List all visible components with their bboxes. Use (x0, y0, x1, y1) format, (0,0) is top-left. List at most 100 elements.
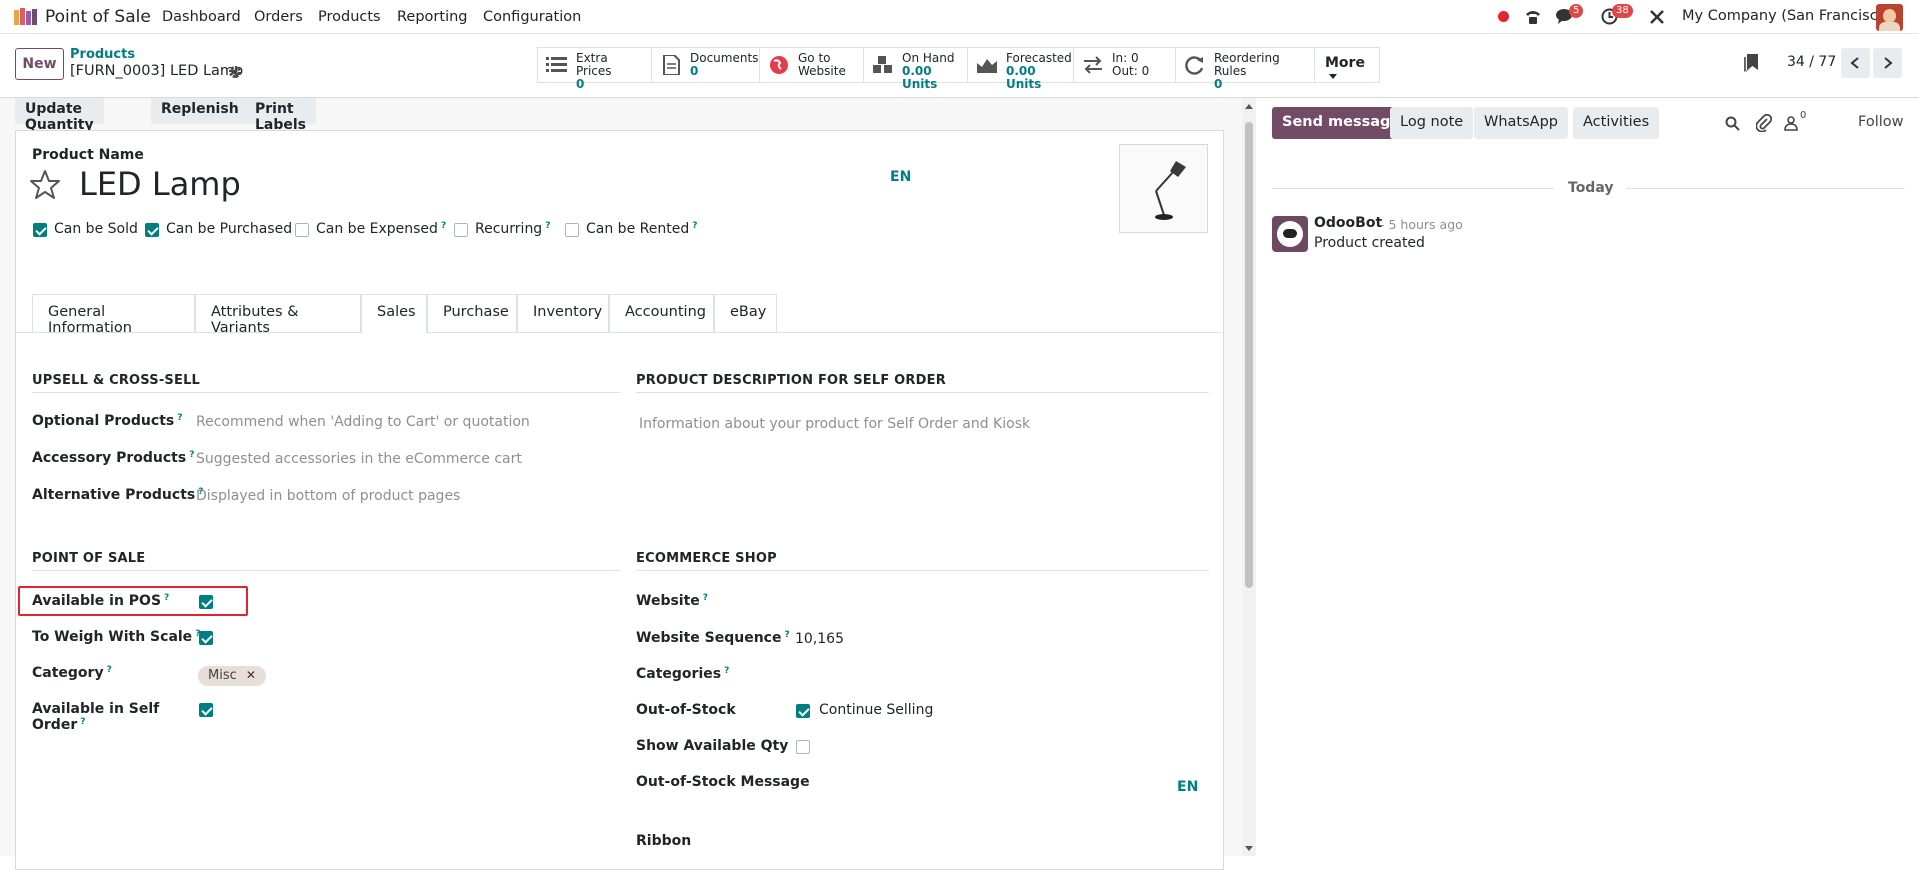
self-order-available-checkbox[interactable] (199, 703, 213, 717)
replenish-button[interactable]: Replenish (151, 98, 249, 124)
scroll-down-icon[interactable] (1245, 846, 1253, 851)
recording-dot-icon[interactable] (1498, 11, 1509, 22)
company-switcher[interactable]: My Company (San Francisco) (1682, 8, 1892, 24)
user-avatar[interactable] (1876, 4, 1903, 31)
menu-orders[interactable]: Orders (254, 9, 303, 25)
continue-selling-checkbox[interactable] (796, 704, 810, 718)
help-icon[interactable]: ? (441, 221, 446, 231)
tab-attributes-variants[interactable]: Attributes & Variants (195, 294, 361, 336)
pager-previous-button[interactable] (1841, 48, 1870, 78)
can-be-sold-checkbox[interactable] (33, 223, 47, 237)
available-in-pos-checkbox[interactable] (199, 595, 213, 609)
favorite-star-icon[interactable] (29, 169, 61, 200)
show-available-qty-checkbox[interactable] (796, 740, 810, 754)
message-author[interactable]: OdooBot (1314, 215, 1382, 231)
help-icon[interactable]: ? (724, 666, 729, 676)
language-button[interactable]: EN (890, 169, 911, 185)
alternative-products-input[interactable]: Displayed in bottom of product pages (196, 488, 460, 504)
can-be-expensed-checkbox[interactable] (295, 223, 309, 237)
extra-prices-button[interactable]: Extra Prices 0 (538, 48, 652, 91)
list-icon (546, 57, 567, 72)
forecasted-button[interactable]: Forecasted 0.00 Units (968, 48, 1074, 91)
log-note-button[interactable]: Log note (1390, 107, 1474, 139)
help-icon[interactable]: ? (692, 221, 697, 231)
can-be-rented-checkbox[interactable] (565, 223, 579, 237)
app-name[interactable]: Point of Sale (45, 7, 151, 27)
phone-icon[interactable] (1524, 8, 1542, 26)
accessory-products-input[interactable]: Suggested accessories in the eCommerce c… (196, 451, 522, 467)
extra-prices-count: 0 (576, 77, 585, 91)
oos-message-language-button[interactable]: EN (1177, 779, 1198, 795)
breadcrumb-products[interactable]: Products (70, 47, 135, 62)
chevron-left-icon (1850, 57, 1859, 69)
tabs-baseline (16, 332, 1225, 333)
to-weigh-checkbox[interactable] (199, 631, 213, 645)
follow-button[interactable]: Follow (1858, 114, 1903, 130)
chevron-right-icon (1884, 57, 1893, 69)
bookmark-icon[interactable] (1744, 54, 1759, 72)
menu-reporting[interactable]: Reporting (397, 9, 468, 25)
help-icon[interactable]: ? (177, 413, 182, 423)
menu-configuration[interactable]: Configuration (483, 9, 581, 25)
help-icon[interactable]: ? (703, 593, 708, 603)
tab-accounting[interactable]: Accounting (609, 294, 714, 332)
category-tag[interactable]: Misc ✕ (198, 666, 266, 686)
tab-inventory[interactable]: Inventory (517, 294, 609, 332)
recurring-checkbox[interactable] (454, 223, 468, 237)
caret-down-icon (1329, 73, 1337, 79)
paperclip-icon[interactable] (1756, 114, 1772, 132)
website-sequence-input[interactable]: 10,165 (795, 631, 844, 647)
activities-button[interactable]: Activities (1573, 107, 1660, 139)
followers-icon[interactable] (1784, 116, 1798, 131)
debug-tools-icon[interactable] (1649, 9, 1665, 25)
chat-badge: 5 (1569, 4, 1584, 18)
pager-value[interactable]: 34 / 77 (1787, 54, 1836, 70)
odoobot-avatar[interactable] (1272, 216, 1308, 252)
optional-products-input[interactable]: Recommend when 'Adding to Cart' or quota… (196, 414, 530, 430)
form-view: Update Quantity Replenish Print Labels P… (0, 98, 1244, 870)
product-name-input[interactable]: LED Lamp (79, 165, 241, 203)
ribbon-label: Ribbon (636, 833, 692, 849)
can-be-purchased-checkbox[interactable] (145, 223, 159, 237)
self-order-section-title: PRODUCT DESCRIPTION FOR SELF ORDER (636, 373, 946, 388)
whatsapp-button[interactable]: WhatsApp (1474, 107, 1568, 139)
help-icon[interactable]: ? (80, 717, 85, 727)
to-weigh-label: To Weigh With Scale? (32, 629, 201, 645)
scrollbar-thumb[interactable] (1245, 122, 1253, 588)
documents-label: Documents (690, 51, 759, 65)
on-hand-button[interactable]: On Hand 0.00 Units (864, 48, 968, 91)
tab-sales[interactable]: Sales (361, 294, 427, 333)
followers-count: 0 (1800, 110, 1807, 121)
can-be-rented-label: Can be Rented? (586, 221, 698, 237)
new-button[interactable]: New (15, 48, 64, 80)
app-logo-icon[interactable] (14, 8, 40, 26)
self-order-description-input[interactable]: Information about your product for Self … (639, 416, 1030, 432)
pager-next-button[interactable] (1873, 48, 1902, 78)
documents-button[interactable]: Documents 0 (652, 48, 760, 82)
form-scrollbar[interactable] (1242, 98, 1256, 856)
remove-tag-icon[interactable]: ✕ (246, 668, 256, 682)
menu-dashboard[interactable]: Dashboard (162, 9, 241, 25)
tab-purchase[interactable]: Purchase (427, 294, 517, 332)
scroll-up-icon[interactable] (1245, 104, 1253, 109)
help-icon[interactable]: ? (784, 630, 789, 640)
gear-icon[interactable] (228, 65, 242, 79)
reordering-rules-button[interactable]: Reordering Rules 0 (1176, 48, 1315, 91)
in-out-button[interactable]: In: 0 Out: 0 (1074, 48, 1176, 82)
search-icon[interactable] (1725, 116, 1740, 131)
go-to-website-button[interactable]: Go to Website (760, 48, 864, 82)
update-quantity-button[interactable]: Update Quantity (15, 98, 104, 133)
menu-products[interactable]: Products (318, 9, 381, 25)
tab-ebay[interactable]: eBay (714, 294, 777, 332)
available-in-pos-label: Available in POS? (32, 593, 170, 609)
print-labels-button[interactable]: Print Labels (245, 98, 317, 133)
help-icon[interactable]: ? (545, 221, 550, 231)
product-image[interactable] (1119, 144, 1208, 233)
extra-prices-label: Extra Prices (576, 51, 612, 78)
document-icon (663, 55, 680, 75)
tab-general-information[interactable]: General Information (32, 294, 195, 336)
help-icon[interactable]: ? (164, 593, 169, 603)
more-button[interactable]: More (1315, 48, 1379, 82)
help-icon[interactable]: ? (107, 665, 112, 675)
help-icon[interactable]: ? (189, 450, 194, 460)
